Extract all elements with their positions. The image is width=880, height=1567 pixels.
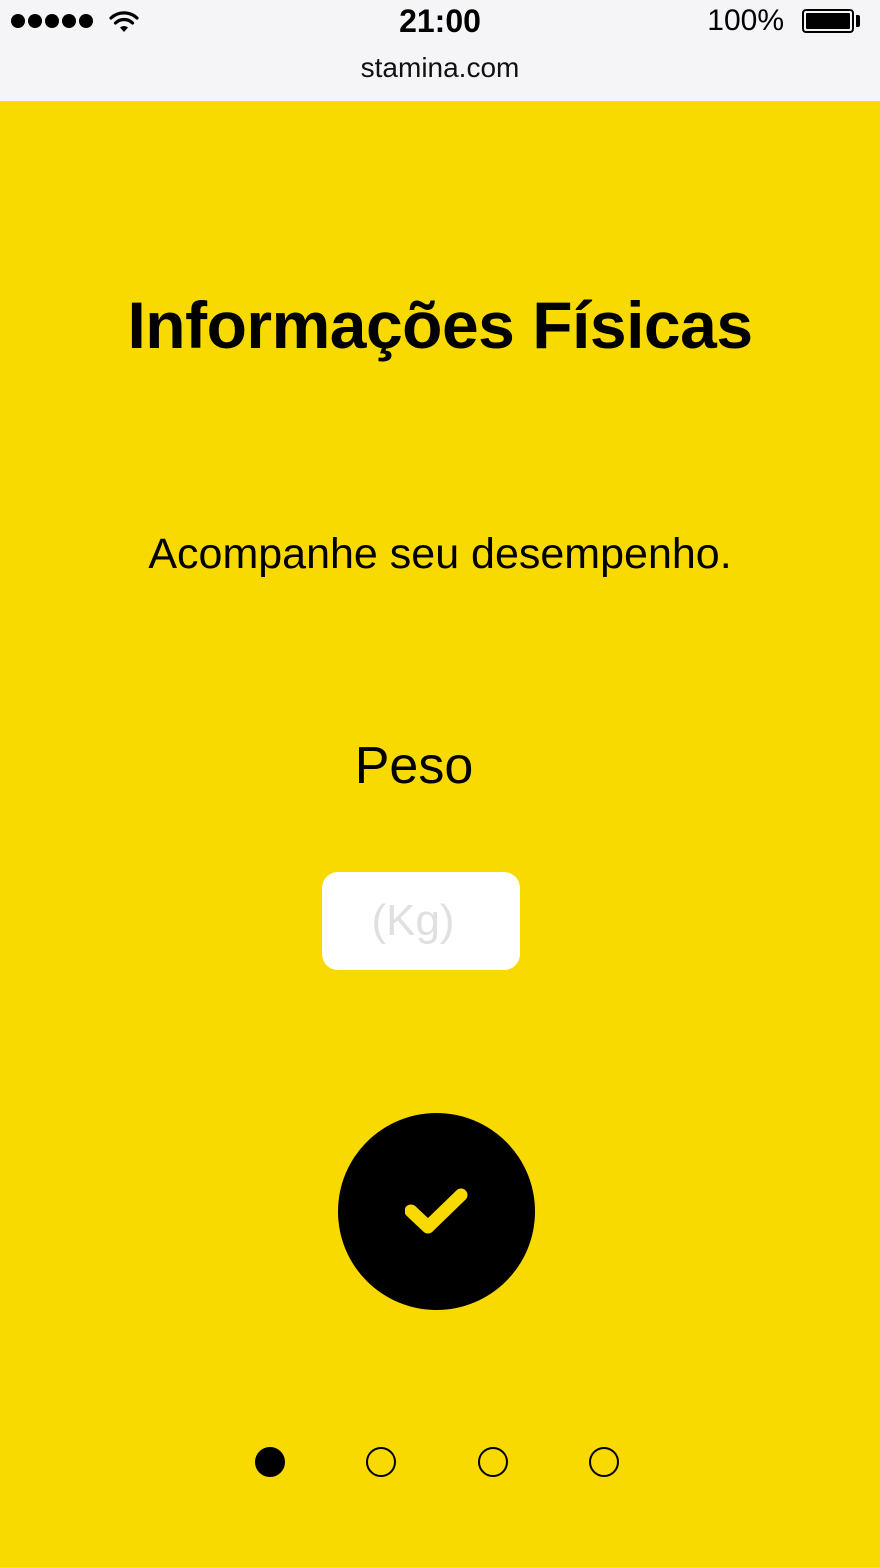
battery-percent: 100% (707, 4, 784, 37)
address-bar-url[interactable]: stamina.com (0, 52, 880, 84)
page-indicator-2[interactable] (366, 1447, 396, 1477)
page-indicator-3[interactable] (478, 1447, 508, 1477)
page-title: Informações Físicas (127, 288, 753, 362)
status-bar: 21:00 100% stamina.com (0, 0, 880, 101)
page-indicator-4[interactable] (589, 1447, 619, 1477)
battery-tip (856, 15, 860, 27)
battery-icon (802, 9, 854, 33)
weight-label: Peso (354, 737, 474, 795)
page-indicator-1[interactable] (255, 1447, 285, 1477)
checkmark-icon (404, 1188, 467, 1233)
weight-input[interactable] (322, 872, 520, 970)
confirm-button[interactable] (338, 1113, 535, 1310)
page-subtitle: Acompanhe seu desempenho. (148, 530, 732, 578)
pagination (0, 1447, 880, 1477)
